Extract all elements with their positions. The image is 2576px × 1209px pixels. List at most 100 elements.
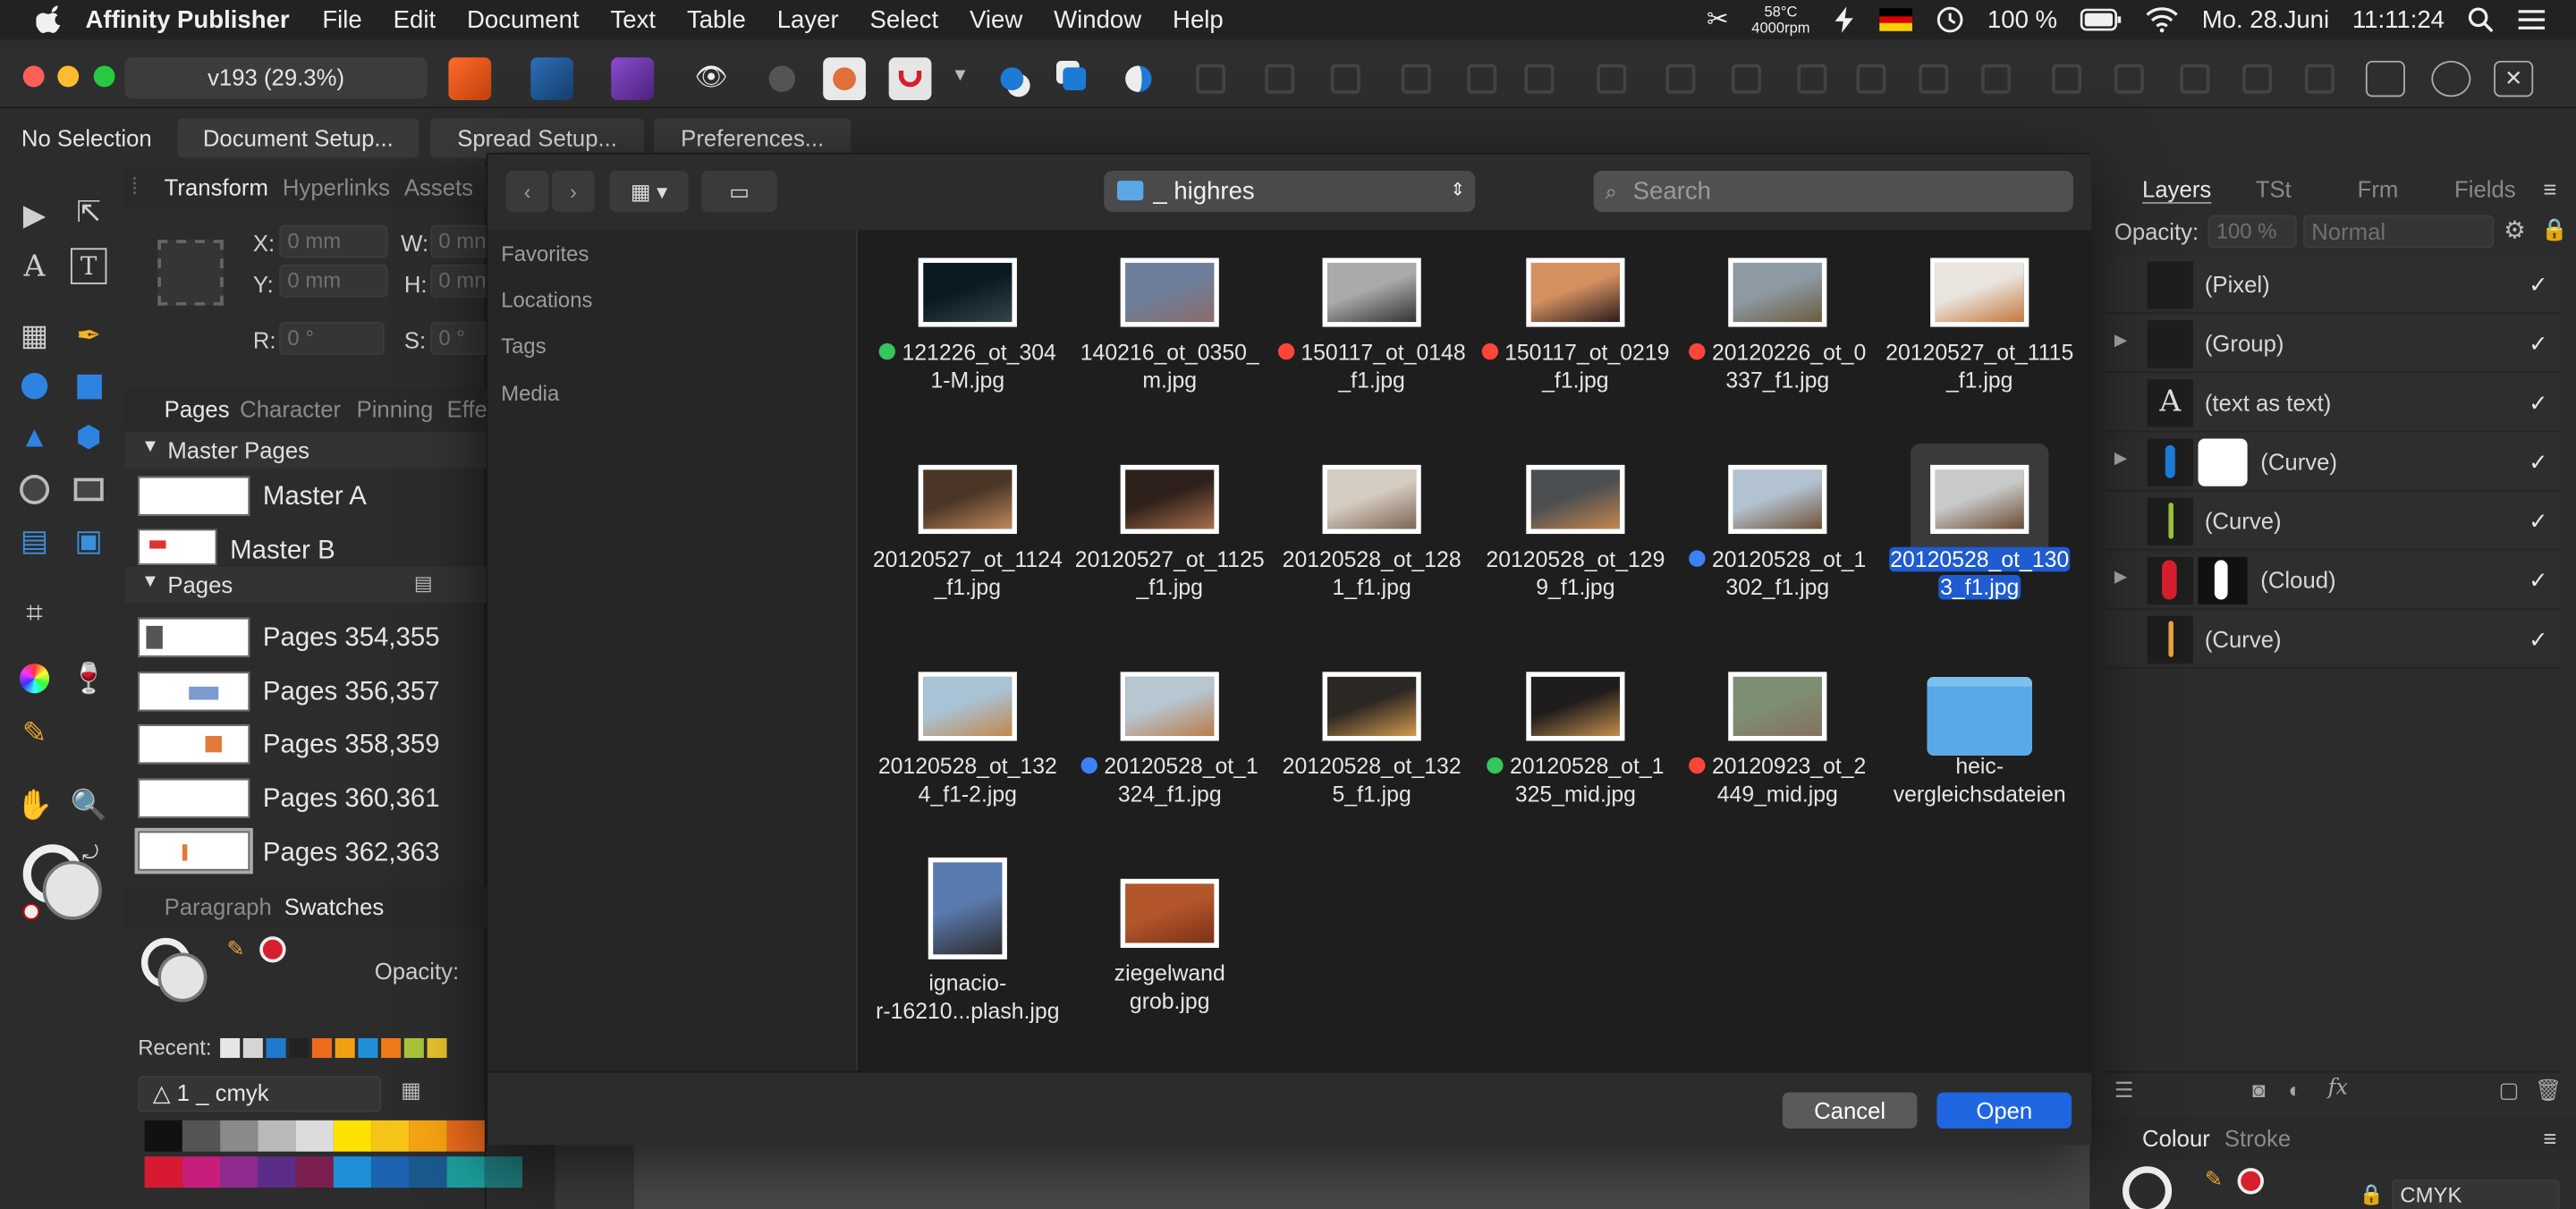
align-right-icon[interactable] xyxy=(1731,63,1761,94)
layer-row[interactable]: (Pixel) ✓ xyxy=(2104,256,2562,314)
subtract-boolean-icon[interactable] xyxy=(2114,63,2144,94)
folder-item[interactable]: heic-vergleichsdateien xyxy=(1881,644,2078,841)
designer-persona-icon[interactable] xyxy=(530,57,574,101)
insert-inside-icon[interactable] xyxy=(1524,63,1555,94)
color-swatch[interactable] xyxy=(182,1120,221,1152)
magnet-icon[interactable] xyxy=(888,57,932,101)
file-item[interactable]: ziegelwand grob.jpg xyxy=(1072,851,1268,1048)
file-item[interactable]: 20120528_ot_1 325_mid.jpg xyxy=(1477,644,1674,841)
preview-eye-icon[interactable]: 👁 xyxy=(690,57,733,100)
assistant-icon[interactable] xyxy=(2431,60,2471,97)
tab-pages[interactable]: Pages xyxy=(165,396,230,422)
file-item[interactable]: 20120226_ot_0 337_f1.jpg xyxy=(1679,230,1876,427)
color-swatch[interactable] xyxy=(144,1120,182,1152)
color-swatch[interactable] xyxy=(333,1156,372,1188)
mask-icon[interactable]: ◙ xyxy=(2252,1078,2265,1103)
picture-frame-ellipse-icon[interactable] xyxy=(16,471,52,507)
location-popup[interactable]: _ highres ⇕ xyxy=(1104,171,1476,212)
master-pages-section[interactable]: ▼ Master Pages xyxy=(124,432,487,469)
menu-help[interactable]: Help xyxy=(1173,5,1224,33)
tab-paragraph[interactable]: Paragraph xyxy=(165,893,272,919)
text-wrap-icon[interactable] xyxy=(991,57,1034,100)
tab-frames[interactable]: Frm xyxy=(2358,176,2399,202)
page-thumbnail-selected[interactable] xyxy=(134,827,253,875)
preferences-button[interactable]: Preferences... xyxy=(654,118,852,158)
german-flag-icon[interactable] xyxy=(1878,8,1912,31)
color-swatch[interactable] xyxy=(409,1120,447,1152)
color-swatch[interactable] xyxy=(409,1156,447,1188)
color-swatch[interactable] xyxy=(295,1156,334,1188)
page-label[interactable]: Pages 354,355 xyxy=(263,624,440,654)
file-item[interactable]: 20120528_ot_128 1_f1.jpg xyxy=(1273,437,1470,634)
table-tool-icon[interactable]: ▦ xyxy=(16,317,52,353)
gear-icon[interactable]: ⚙ xyxy=(2504,216,2526,244)
align-left-icon[interactable] xyxy=(1597,63,1627,94)
recent-color-swatch[interactable] xyxy=(335,1037,355,1059)
file-item[interactable]: 20120528_ot_132 5_f1.jpg xyxy=(1273,644,1470,841)
expand-triangle-icon[interactable]: ▶ xyxy=(2114,332,2127,350)
color-swatch[interactable] xyxy=(220,1156,258,1188)
eyedropper-icon[interactable]: ✎ xyxy=(226,936,244,962)
menu-window[interactable]: Window xyxy=(1054,5,1141,33)
adjustment-icon[interactable]: ◐ xyxy=(2289,1078,2301,1103)
node-tool-icon[interactable]: ⇱ xyxy=(71,194,106,230)
layer-visibility-checkbox[interactable]: ✓ xyxy=(2529,389,2548,417)
expand-triangle-icon[interactable]: ▶ xyxy=(2114,569,2127,587)
panel-grip-icon[interactable]: ⁞ xyxy=(131,173,138,199)
master-b-thumbnail[interactable] xyxy=(138,528,217,565)
swap-colors-icon[interactable]: ⤾ xyxy=(82,841,98,867)
lock-icon[interactable]: 🔒 xyxy=(2541,216,2568,242)
file-item[interactable]: 20120528_ot_1 302_f1.jpg xyxy=(1679,437,1876,634)
flip-icon[interactable] xyxy=(1330,63,1360,94)
color-swatch[interactable] xyxy=(371,1156,410,1188)
file-item[interactable]: 20120527_ot_1115 _f1.jpg xyxy=(1881,230,2078,427)
search-field[interactable]: ⌕ Search xyxy=(1593,171,2073,212)
layer-visibility-checkbox[interactable]: ✓ xyxy=(2529,330,2548,358)
hide-studio-icon[interactable]: ✕ xyxy=(2494,60,2534,97)
battery-icon[interactable] xyxy=(2080,8,2123,31)
collapse-triangle-icon[interactable]: ▼ xyxy=(141,437,159,457)
recent-color-swatch[interactable] xyxy=(311,1037,333,1059)
transform-icon[interactable] xyxy=(1265,63,1295,94)
menu-edit[interactable]: Edit xyxy=(394,5,436,33)
picture-frame-rect-icon[interactable] xyxy=(71,471,106,507)
spread-setup-button[interactable]: Spread Setup... xyxy=(430,118,644,158)
menu-select[interactable]: Select xyxy=(870,5,939,33)
page-label[interactable]: Pages 356,357 xyxy=(263,679,440,708)
menu-text[interactable]: Text xyxy=(611,5,657,33)
rectangle-tool-icon[interactable] xyxy=(71,368,106,403)
color-picker-tool-icon[interactable]: ✎ xyxy=(16,714,52,750)
geometry-icon[interactable] xyxy=(1117,57,1160,100)
colour-model-select[interactable]: CMYK xyxy=(2392,1179,2560,1209)
color-swatch[interactable] xyxy=(371,1120,410,1152)
x-field[interactable]: 0 mm xyxy=(279,224,388,258)
file-item[interactable]: 20120527_ot_1125 _f1.jpg xyxy=(1072,437,1268,634)
panel-menu-icon[interactable]: ≡ xyxy=(2543,1125,2556,1151)
tab-character[interactable]: Character xyxy=(240,396,341,422)
fill-tool-icon[interactable] xyxy=(16,660,52,696)
open-button[interactable]: Open xyxy=(1936,1092,2072,1129)
tab-pinning[interactable]: Pinning xyxy=(357,396,434,422)
menu-layer[interactable]: Layer xyxy=(777,5,839,33)
layer-row[interactable]: (Curve) ✓ xyxy=(2104,493,2562,551)
intersect-boolean-icon[interactable] xyxy=(2180,63,2210,94)
back-button[interactable]: ‹ xyxy=(505,171,549,212)
crop-tool-icon[interactable]: ⌗ xyxy=(16,595,52,630)
align-bottom-icon[interactable] xyxy=(1981,63,2012,94)
studio-panel-icon[interactable] xyxy=(2365,60,2405,97)
master-a-label[interactable]: Master A xyxy=(263,483,367,512)
page-thumbnail[interactable] xyxy=(138,617,250,657)
fill-color-well[interactable] xyxy=(42,860,102,920)
color-swatch[interactable] xyxy=(182,1156,221,1188)
polygon-tool-icon[interactable]: ⬢ xyxy=(71,418,106,454)
page-thumbnail[interactable] xyxy=(138,672,250,712)
publisher-persona-icon[interactable] xyxy=(448,57,492,101)
distribute-icon[interactable] xyxy=(1797,63,1827,94)
layer-row[interactable]: A (text as text) ✓ xyxy=(2104,374,2562,433)
layer-row[interactable]: ▶ (Cloud) ✓ xyxy=(2104,552,2562,610)
add-boolean-icon[interactable] xyxy=(2052,63,2082,94)
document-title[interactable]: v193 (29.3%) xyxy=(124,57,428,99)
align-icon[interactable] xyxy=(1196,63,1226,94)
sidebar-locations[interactable]: Locations xyxy=(501,287,592,312)
colour-current-swatch[interactable] xyxy=(2237,1168,2264,1195)
